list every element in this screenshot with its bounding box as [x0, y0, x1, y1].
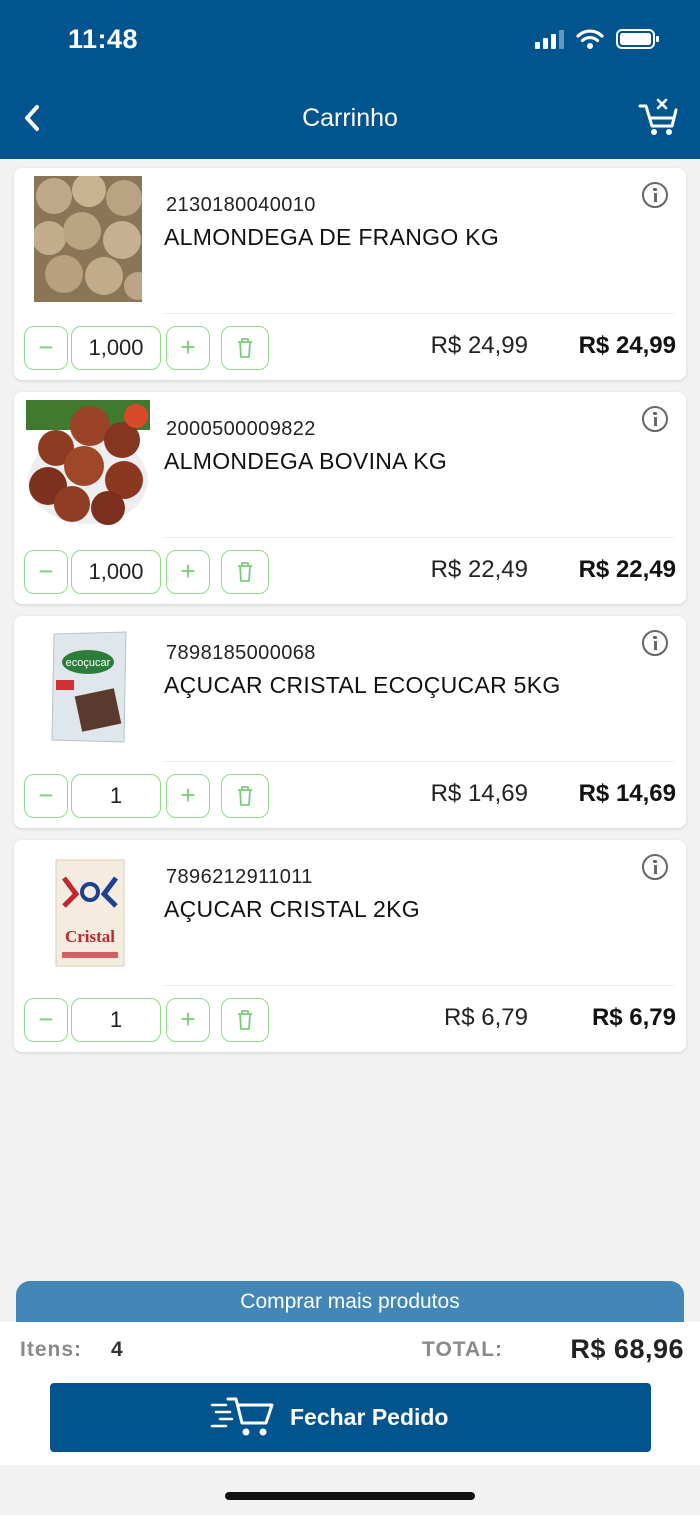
- product-image: Cristal: [50, 848, 130, 974]
- cart-footer: Itens: 4 TOTAL: R$ 68,96 Fechar Pedido: [0, 1322, 700, 1465]
- product-code: 2130180040010: [166, 194, 316, 216]
- app-header: 11:48 Carrinho: [0, 0, 700, 159]
- items-count: 4: [111, 1338, 123, 1361]
- unit-price: R$ 6,79: [443, 1004, 528, 1031]
- unit-price: R$ 24,99: [430, 332, 528, 359]
- remove-item-button[interactable]: [221, 326, 269, 370]
- quantity-input[interactable]: 1: [71, 998, 161, 1042]
- unit-price: R$ 22,49: [430, 556, 528, 583]
- info-icon[interactable]: [642, 406, 668, 432]
- divider: [164, 761, 674, 762]
- trash-icon: [238, 786, 252, 806]
- buy-more-products-button[interactable]: Comprar mais produtos: [16, 1281, 684, 1323]
- product-image: [34, 176, 142, 302]
- product-code: 2000500009822: [166, 418, 316, 440]
- trash-icon: [238, 562, 252, 582]
- decrease-quantity-button[interactable]: −: [24, 326, 68, 370]
- cart-item: 2130180040010 ALMONDEGA DE FRANGO KG − 1…: [14, 168, 686, 380]
- clear-cart-button[interactable]: [638, 96, 678, 138]
- remove-item-button[interactable]: [221, 550, 269, 594]
- remove-item-button[interactable]: [221, 998, 269, 1042]
- svg-text:Cristal: Cristal: [65, 927, 115, 946]
- quantity-input[interactable]: 1,000: [71, 550, 161, 594]
- increase-quantity-button[interactable]: +: [166, 550, 210, 594]
- total-label: TOTAL:: [422, 1338, 504, 1361]
- remove-item-button[interactable]: [221, 774, 269, 818]
- wifi-icon: [576, 29, 604, 49]
- product-image: ecoçucar: [48, 624, 132, 750]
- product-image: [26, 400, 150, 526]
- increase-quantity-button[interactable]: +: [166, 998, 210, 1042]
- product-code: 7896212911011: [166, 866, 313, 888]
- decrease-quantity-button[interactable]: −: [24, 998, 68, 1042]
- product-name: ALMONDEGA DE FRANGO KG: [164, 224, 500, 250]
- increase-quantity-button[interactable]: +: [166, 326, 210, 370]
- items-label: Itens:: [20, 1338, 83, 1361]
- divider: [164, 985, 674, 986]
- product-name: AÇUCAR CRISTAL 2KG: [164, 896, 420, 922]
- info-icon[interactable]: [642, 854, 668, 880]
- trash-icon: [238, 338, 252, 358]
- trash-icon: [238, 1010, 252, 1030]
- fast-cart-icon: [210, 1397, 274, 1436]
- cart-item: ecoçucar 7898185000068 AÇUCAR CRISTAL EC…: [14, 616, 686, 828]
- product-code: 7898185000068: [166, 642, 316, 664]
- quantity-input[interactable]: 1: [71, 774, 161, 818]
- signal-icon: [535, 29, 564, 49]
- info-icon[interactable]: [642, 182, 668, 208]
- product-name: ALMONDEGA BOVINA KG: [164, 448, 448, 474]
- svg-text:ecoçucar: ecoçucar: [66, 657, 111, 669]
- cart-item: Cristal 7896212911011 AÇUCAR CRISTAL 2KG…: [14, 840, 686, 1052]
- unit-price: R$ 14,69: [430, 780, 528, 807]
- info-icon[interactable]: [642, 630, 668, 656]
- status-time: 11:48: [68, 24, 139, 54]
- quantity-input[interactable]: 1,000: [71, 326, 161, 370]
- divider: [164, 537, 674, 538]
- product-name: AÇUCAR CRISTAL ECOÇUCAR 5KG: [164, 672, 561, 698]
- line-total: R$ 6,79: [591, 1004, 676, 1031]
- cart-clear-icon: [638, 98, 678, 135]
- cart-item: 2000500009822 ALMONDEGA BOVINA KG − 1,00…: [14, 392, 686, 604]
- increase-quantity-button[interactable]: +: [166, 774, 210, 818]
- checkout-button[interactable]: Fechar Pedido: [50, 1383, 651, 1452]
- line-total: R$ 24,99: [578, 332, 676, 359]
- line-total: R$ 22,49: [578, 556, 676, 583]
- battery-icon: [616, 29, 659, 49]
- divider: [164, 313, 674, 314]
- decrease-quantity-button[interactable]: −: [24, 774, 68, 818]
- status-icons: [535, 28, 660, 50]
- home-indicator[interactable]: [225, 1492, 475, 1500]
- decrease-quantity-button[interactable]: −: [24, 550, 68, 594]
- page-title: Carrinho: [302, 104, 398, 132]
- checkout-label: Fechar Pedido: [290, 1404, 449, 1430]
- line-total: R$ 14,69: [578, 780, 676, 807]
- total-value: R$ 68,96: [570, 1334, 684, 1364]
